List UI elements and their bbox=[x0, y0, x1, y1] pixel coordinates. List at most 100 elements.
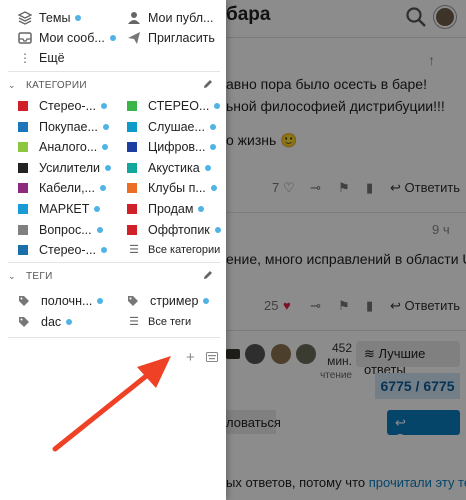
unread-dot bbox=[94, 206, 101, 212]
tag-icon bbox=[128, 296, 138, 306]
category-item[interactable]: Акустика bbox=[127, 159, 211, 177]
category-color-swatch bbox=[127, 183, 137, 194]
unread-dot bbox=[105, 164, 112, 171]
category-item[interactable]: Покупае... bbox=[18, 118, 109, 136]
category-item[interactable]: Слушае... bbox=[127, 118, 216, 136]
category-label: Слушае... bbox=[148, 119, 205, 134]
unread-dot bbox=[97, 298, 104, 304]
category-item[interactable]: Стерео-... bbox=[18, 97, 108, 115]
pencil-icon[interactable] bbox=[202, 269, 214, 281]
unread-dot bbox=[96, 226, 103, 233]
sidebar-divider bbox=[8, 337, 220, 338]
unread-dot bbox=[210, 144, 217, 151]
unread-dot bbox=[198, 206, 205, 212]
unread-dot bbox=[209, 123, 216, 130]
unread-dot bbox=[203, 298, 210, 304]
category-item[interactable]: Усилители bbox=[18, 159, 112, 177]
layers-icon bbox=[18, 11, 32, 25]
tag-item[interactable]: стример bbox=[127, 292, 210, 310]
tags-section-header[interactable]: ⌄ ТЕГИ bbox=[8, 268, 218, 284]
category-item[interactable]: Продам bbox=[127, 200, 205, 218]
list-icon: ☰ bbox=[129, 244, 139, 257]
unread-dot bbox=[102, 144, 109, 151]
sidebar-divider bbox=[8, 262, 220, 263]
category-label: Стерео-... bbox=[39, 99, 97, 113]
plus-icon[interactable]: + bbox=[186, 349, 195, 366]
sidebar-divider bbox=[8, 71, 220, 72]
sidebar-item-label: Пригласить bbox=[148, 31, 215, 45]
user-icon bbox=[128, 12, 140, 24]
chevron-down-icon[interactable]: ⌄ bbox=[8, 271, 18, 282]
unread-dot bbox=[66, 319, 73, 325]
keyboard-icon[interactable] bbox=[206, 352, 218, 362]
category-color-swatch bbox=[18, 204, 28, 214]
category-item[interactable]: Стерео-... bbox=[18, 241, 108, 259]
category-color-swatch bbox=[18, 162, 28, 173]
category-color-swatch bbox=[18, 121, 28, 132]
category-label: Усилители bbox=[39, 160, 101, 175]
category-label: Оффтопик bbox=[148, 222, 210, 237]
tag-label: стример bbox=[150, 294, 199, 308]
category-label: Цифров... bbox=[148, 140, 206, 155]
category-color-swatch bbox=[127, 204, 137, 214]
category-label: Продам bbox=[148, 202, 194, 216]
sidebar-item-my-posts[interactable]: Мои публ... bbox=[127, 9, 213, 27]
sidebar-item-my-messages[interactable]: Мои сооб... bbox=[18, 29, 116, 47]
all-tags-link[interactable]: ☰ Все теги bbox=[127, 313, 191, 331]
list-icon: ☰ bbox=[129, 316, 139, 328]
tag-label: полочн... bbox=[41, 294, 93, 308]
category-color-swatch bbox=[18, 224, 28, 235]
tags-section-title: ТЕГИ bbox=[26, 270, 53, 282]
category-item[interactable]: СТЕРЕО... bbox=[127, 97, 221, 115]
unread-dot bbox=[214, 226, 221, 233]
unread-dot bbox=[210, 185, 217, 192]
tag-icon bbox=[19, 317, 29, 327]
unread-dot bbox=[101, 103, 108, 109]
category-color-swatch bbox=[18, 183, 28, 194]
category-label: Покупае... bbox=[39, 119, 98, 134]
category-color-swatch bbox=[18, 245, 28, 256]
sidebar-item-label: Ещё bbox=[39, 51, 65, 65]
sidebar-item-label: Мои публ... bbox=[148, 11, 214, 25]
category-item[interactable]: Кабели,... bbox=[18, 179, 106, 197]
category-item[interactable]: Клубы п... bbox=[127, 179, 217, 197]
category-label: Акустика bbox=[148, 160, 200, 175]
sidebar-item-invite[interactable]: Пригласить bbox=[127, 29, 215, 47]
category-item[interactable]: Вопрос... bbox=[18, 221, 103, 239]
category-item[interactable]: Оффтопик bbox=[127, 221, 221, 239]
category-item[interactable]: Цифров... bbox=[127, 138, 217, 156]
category-label: Аналого... bbox=[39, 140, 98, 155]
all-categories-link[interactable]: ☰ Все категории bbox=[127, 241, 220, 259]
category-color-swatch bbox=[18, 142, 28, 153]
sidebar-item-topics[interactable]: Темы bbox=[18, 9, 82, 27]
unread-dot bbox=[204, 164, 211, 171]
category-label: СТЕРЕО... bbox=[148, 99, 210, 113]
category-item[interactable]: Аналого... bbox=[18, 138, 109, 156]
inbox-icon bbox=[18, 32, 32, 44]
category-label: Стерео-... bbox=[39, 243, 97, 258]
sidebar-item-label: Темы bbox=[39, 11, 71, 25]
sidebar-drawer: Темы Мои публ... Мои сооб... Пригласить … bbox=[0, 0, 226, 500]
category-label: Клубы п... bbox=[148, 181, 206, 196]
category-color-swatch bbox=[127, 121, 137, 132]
category-color-swatch bbox=[127, 101, 137, 111]
all-categories-label: Все категории bbox=[148, 244, 221, 257]
unread-dot bbox=[109, 35, 116, 41]
tag-label: dac bbox=[41, 315, 62, 329]
pencil-icon[interactable] bbox=[202, 78, 214, 90]
sidebar-item-more[interactable]: ⋮ Ещё bbox=[18, 49, 65, 67]
unread-dot bbox=[101, 247, 108, 254]
category-item[interactable]: МАРКЕТ bbox=[18, 200, 101, 218]
paper-plane-icon bbox=[128, 32, 140, 44]
sidebar-item-label: Мои сооб... bbox=[39, 31, 105, 45]
category-color-swatch bbox=[127, 224, 137, 235]
tag-item[interactable]: dac bbox=[18, 313, 73, 331]
categories-section-title: КАТЕГОРИИ bbox=[26, 79, 87, 91]
tag-item[interactable]: полочн... bbox=[18, 292, 104, 310]
unread-dot bbox=[102, 123, 109, 130]
chevron-down-icon[interactable]: ⌄ bbox=[8, 80, 18, 91]
category-color-swatch bbox=[18, 101, 28, 111]
category-label: Вопрос... bbox=[39, 222, 92, 237]
categories-section-header[interactable]: ⌄ КАТЕГОРИИ bbox=[8, 77, 218, 93]
category-label: Кабели,... bbox=[39, 181, 95, 196]
